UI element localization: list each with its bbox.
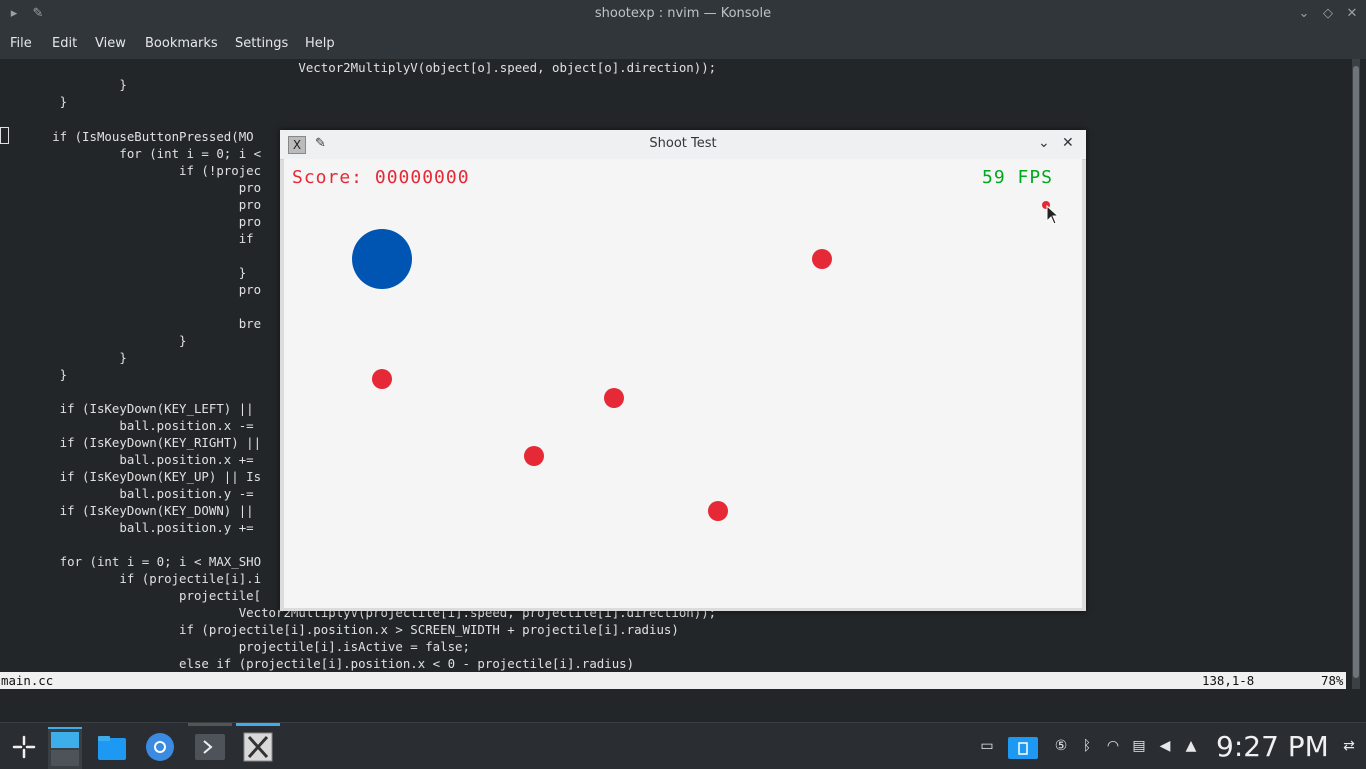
- close-icon[interactable]: ✕: [1344, 6, 1360, 22]
- minimize-icon[interactable]: ⌄: [1296, 6, 1312, 22]
- code-line: Vector2MultiplyV(object[o].speed, object…: [0, 60, 717, 75]
- code-line: else if (projectile[i].position.x < 0 - …: [0, 656, 635, 671]
- maximize-icon[interactable]: ◇: [1320, 6, 1336, 22]
- trash-folder-icon[interactable]: [1008, 733, 1038, 759]
- game-titlebar[interactable]: X ✎ Shoot Test ⌄ ✕: [280, 130, 1086, 160]
- mouse-cursor-icon: [1046, 205, 1060, 225]
- code-line: for (int i = 0; i < MAX_SHO: [0, 554, 262, 569]
- bluetooth-icon[interactable]: ᛒ: [1078, 737, 1096, 755]
- minimize-icon[interactable]: ⌄: [1038, 135, 1050, 151]
- projectile: [604, 388, 624, 408]
- close-icon[interactable]: ✕: [1062, 135, 1074, 151]
- code-line: if (projectile[i].i: [0, 571, 262, 586]
- file-manager-icon[interactable]: [96, 731, 128, 763]
- code-line: bre: [0, 316, 262, 331]
- code-line: for (int i = 0; i <: [0, 146, 262, 161]
- code-line: }: [0, 265, 247, 280]
- task-indicator: [188, 723, 232, 726]
- menu-view[interactable]: View: [95, 36, 126, 51]
- fps-display: 59 FPS: [982, 167, 1054, 188]
- clock[interactable]: 9:27 PM: [1216, 730, 1329, 763]
- code-line: if (IsKeyDown(KEY_RIGHT) ||: [0, 435, 262, 450]
- volume-icon[interactable]: ◀: [1156, 737, 1174, 755]
- projectile: [524, 446, 544, 466]
- code-line: ball.position.y +=: [0, 520, 254, 535]
- konsole-icon[interactable]: [194, 731, 226, 763]
- show-desktop-icon[interactable]: ▭: [978, 737, 996, 755]
- code-line: if (!projec: [0, 163, 262, 178]
- game-canvas[interactable]: Score: 00000000 59 FPS: [284, 159, 1082, 608]
- code-line: pro: [0, 282, 262, 297]
- code-line: }: [0, 333, 187, 348]
- code-line: }: [0, 367, 68, 382]
- game-title: Shoot Test: [649, 136, 717, 151]
- window-titlebar: ▸ ✎ shootexp : nvim — Konsole ⌄ ◇ ✕: [0, 0, 1366, 29]
- code-line: pro: [0, 197, 262, 212]
- score-display: Score: 00000000: [292, 167, 470, 188]
- window-title: shootexp : nvim — Konsole: [594, 6, 772, 21]
- menu-bookmarks[interactable]: Bookmarks: [145, 36, 218, 51]
- code-line: }: [0, 350, 127, 365]
- code-line: if (projectile[i].position.x > SCREEN_WI…: [0, 622, 679, 637]
- code-line: }: [0, 94, 68, 109]
- desktop-pager-icon[interactable]: [48, 727, 82, 769]
- projectile: [372, 369, 392, 389]
- x11-app-icon[interactable]: [242, 731, 274, 763]
- notification-count-icon[interactable]: ⑤: [1052, 737, 1070, 755]
- status-percent: 78%: [1321, 673, 1344, 688]
- active-task-indicator: [236, 723, 280, 726]
- code-line: }: [0, 77, 127, 92]
- nvim-statusline: main.cc 138,1-8 78%: [0, 672, 1346, 689]
- menu-bar: File Edit View Bookmarks Settings Help: [0, 29, 1366, 59]
- code-line: ball.position.x -=: [0, 418, 254, 433]
- code-line: if (IsKeyDown(KEY_LEFT) ||: [0, 401, 254, 416]
- browser-icon[interactable]: [144, 731, 176, 763]
- game-window[interactable]: X ✎ Shoot Test ⌄ ✕ Score: 00000000 59 FP…: [280, 130, 1086, 611]
- app-launcher-icon[interactable]: [8, 731, 40, 763]
- code-line: ball.position.y -=: [0, 486, 254, 501]
- menu-file[interactable]: File: [10, 36, 32, 51]
- code-line: if (IsKeyDown(KEY_UP) || Is: [0, 469, 262, 484]
- code-line: projectile[i].isActive = false;: [0, 639, 470, 654]
- projectile: [812, 249, 832, 269]
- code-line: if: [0, 231, 254, 246]
- expand-tray-icon[interactable]: ▲: [1182, 737, 1200, 755]
- menu-help[interactable]: Help: [305, 36, 335, 51]
- menu-settings[interactable]: Settings: [235, 36, 288, 51]
- status-filename: main.cc: [1, 673, 54, 688]
- taskbar: ▭ ⑤ ᛒ ◠ ▤ ◀ ▲ 9:27 PM ⇄: [0, 722, 1366, 769]
- wifi-icon[interactable]: ◠: [1104, 737, 1122, 755]
- player-ball: [352, 229, 412, 289]
- scrollbar-thumb[interactable]: [1353, 66, 1359, 678]
- code-line: if (IsMouseButtonPressed(MO: [0, 129, 254, 144]
- clipboard-icon[interactable]: ▤: [1130, 737, 1148, 755]
- menu-edit[interactable]: Edit: [52, 36, 77, 51]
- code-line: pro: [0, 214, 262, 229]
- status-position: 138,1-8: [1202, 673, 1255, 688]
- code-line: ball.position.x +=: [0, 452, 254, 467]
- projectile: [708, 501, 728, 521]
- code-line: projectile[: [0, 588, 262, 603]
- code-line: pro: [0, 180, 262, 195]
- code-line: if (IsKeyDown(KEY_DOWN) ||: [0, 503, 254, 518]
- panel-settings-icon[interactable]: ⇄: [1340, 737, 1358, 755]
